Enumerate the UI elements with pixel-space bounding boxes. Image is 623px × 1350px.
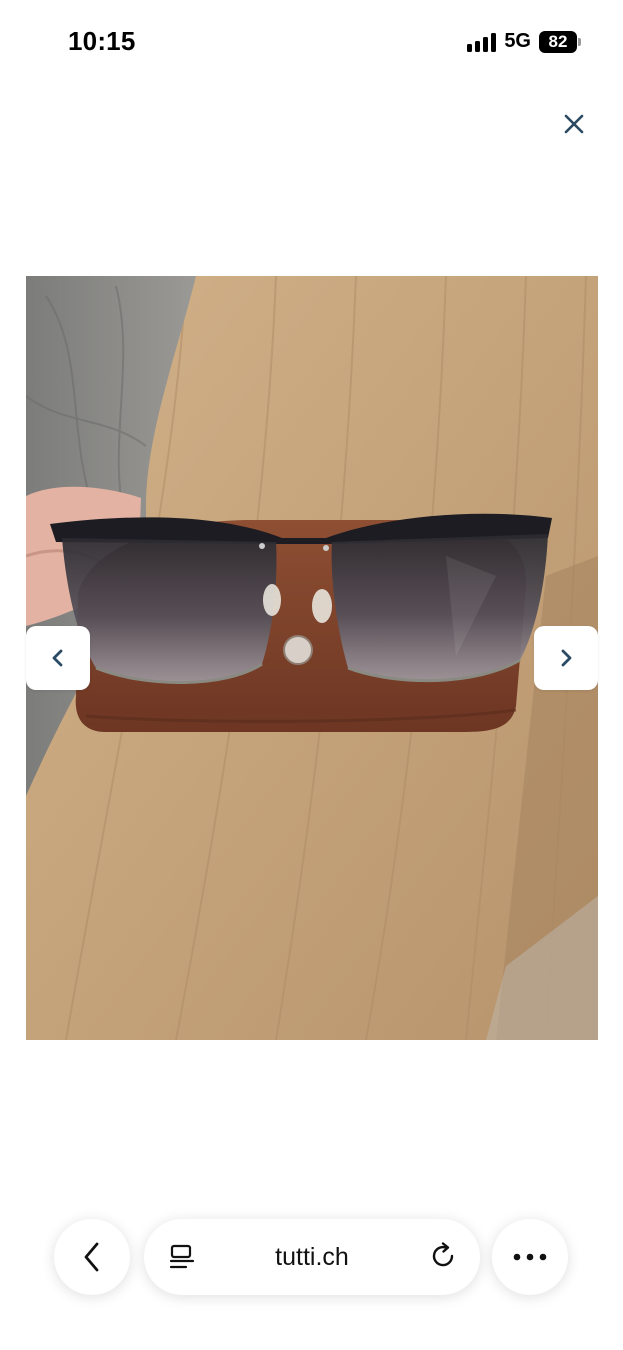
sunglasses-photo-illustration xyxy=(26,276,598,1040)
more-button[interactable] xyxy=(492,1219,568,1295)
close-button[interactable] xyxy=(558,108,590,140)
chevron-left-icon xyxy=(52,649,63,667)
back-icon xyxy=(84,1242,99,1272)
previous-image-button[interactable] xyxy=(26,626,90,690)
status-time: 10:15 xyxy=(68,26,136,56)
address-bar[interactable]: tutti.ch xyxy=(144,1219,480,1295)
cellular-signal-icon xyxy=(467,32,497,52)
network-type: 5G xyxy=(504,30,531,52)
listing-photo[interactable] xyxy=(26,276,598,1040)
next-image-button[interactable] xyxy=(534,626,598,690)
reload-icon[interactable] xyxy=(428,1241,458,1271)
back-button[interactable] xyxy=(54,1219,130,1295)
status-indicators: 5G 82 xyxy=(467,30,581,53)
battery-icon: 82 xyxy=(539,30,581,53)
close-icon xyxy=(564,114,584,134)
chevron-right-icon xyxy=(561,649,572,667)
battery-level: 82 xyxy=(539,30,577,53)
more-icon xyxy=(513,1253,547,1261)
